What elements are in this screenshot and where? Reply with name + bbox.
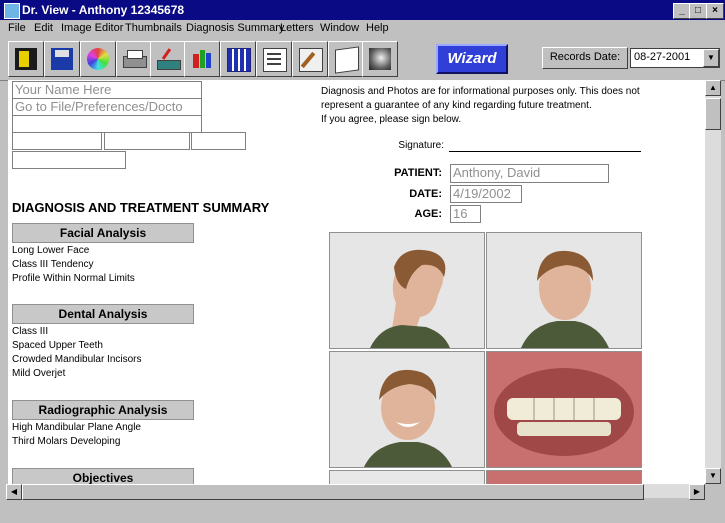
intraoral-photo-partial[interactable]	[486, 470, 642, 484]
document-icon	[263, 48, 287, 72]
objectives-header: Objectives	[12, 468, 194, 484]
edit-letter-button[interactable]	[292, 41, 328, 77]
patient-name-field[interactable]: Anthony, David	[450, 164, 609, 183]
scanner-icon	[157, 48, 181, 70]
hscroll-thumb[interactable]	[22, 484, 644, 500]
menu-letters[interactable]: Letters	[280, 22, 314, 34]
doctor-name-field[interactable]: Your Name Here	[12, 81, 202, 99]
menu-bar: File Edit Image Editor Thumbnails Diagno…	[0, 20, 725, 38]
tools-button[interactable]	[184, 41, 220, 77]
open-button[interactable]	[8, 41, 44, 77]
close-icon: ×	[712, 5, 718, 16]
list-item: Profile Within Normal Limits	[12, 273, 135, 284]
scroll-left-icon[interactable]: ◀	[6, 484, 22, 500]
menu-file[interactable]: File	[8, 22, 26, 34]
facial-analysis-header: Facial Analysis	[12, 223, 194, 243]
maximize-button[interactable]: □	[689, 3, 707, 19]
menu-image-editor[interactable]: Image Editor	[61, 22, 123, 34]
menu-help[interactable]: Help	[366, 22, 389, 34]
smiling-face-illustration	[330, 352, 484, 467]
menu-edit[interactable]: Edit	[34, 22, 53, 34]
maximize-icon: □	[694, 5, 702, 16]
menu-window[interactable]: Window	[320, 22, 359, 34]
records-date-value: 08-27-2001	[634, 51, 691, 63]
doctor-zip-field[interactable]	[191, 132, 246, 150]
list-item: Long Lower Face	[12, 245, 90, 256]
grid-button[interactable]	[220, 41, 256, 77]
intraoral-photo[interactable]	[486, 351, 642, 468]
patient-label: PATIENT:	[394, 167, 442, 179]
list-item: Crowded Mandibular Incisors	[12, 354, 142, 365]
save-button[interactable]	[44, 41, 80, 77]
pen-paper-icon	[299, 48, 323, 72]
list-item: High Mandibular Plane Angle	[12, 422, 141, 433]
wizard-button[interactable]: Wizard	[436, 44, 508, 74]
floppy-icon	[51, 48, 73, 70]
list-item: Spaced Upper Teeth	[12, 340, 103, 351]
disclaimer-line: If you agree, please sign below.	[321, 114, 462, 125]
document-button[interactable]	[256, 41, 292, 77]
frontal-face-illustration	[487, 233, 641, 348]
cd-icon	[87, 48, 109, 70]
profile-photo[interactable]	[329, 232, 485, 349]
doctor-address-field[interactable]: Go to File/Preferences/Docto	[12, 98, 202, 116]
records-date-select[interactable]: 08-27-2001 ▼	[630, 48, 720, 68]
status-bar	[0, 500, 725, 523]
list-item: Mild Overjet	[12, 368, 66, 379]
xray-photo-partial[interactable]	[329, 470, 485, 484]
xray-icon	[369, 48, 391, 70]
age-field[interactable]: 16	[450, 205, 481, 223]
teeth-illustration	[487, 352, 641, 467]
page-icon	[335, 46, 359, 74]
list-item: Class III Tendency	[12, 259, 94, 270]
dental-analysis-header: Dental Analysis	[12, 304, 194, 324]
doctor-state-field[interactable]	[104, 132, 190, 150]
cd-button[interactable]	[80, 41, 116, 77]
vertical-scrollbar[interactable]: ▲ ▼	[705, 80, 721, 484]
scan-button[interactable]	[150, 41, 186, 77]
window-title: Dr. View - Anthony 12345678	[22, 3, 185, 17]
print-button[interactable]	[116, 41, 152, 77]
grid-icon	[227, 48, 251, 72]
menu-diagnosis-summary[interactable]: Diagnosis Summary	[186, 22, 284, 34]
app-icon[interactable]	[4, 3, 20, 19]
disclaimer-line: represent a guarantee of any kind regard…	[321, 100, 592, 111]
printer-icon	[123, 48, 147, 70]
minimize-icon: _	[679, 5, 685, 16]
scroll-thumb[interactable]	[705, 98, 721, 130]
menu-thumbnails[interactable]: Thumbnails	[125, 22, 182, 34]
chevron-down-icon[interactable]: ▼	[703, 49, 719, 67]
smile-photo[interactable]	[329, 351, 485, 468]
disclaimer-line: Diagnosis and Photos are for information…	[321, 86, 640, 97]
xray-button[interactable]	[362, 41, 398, 77]
list-item: Third Molars Developing	[12, 436, 121, 447]
radiographic-analysis-header: Radiographic Analysis	[12, 400, 194, 420]
scroll-right-icon[interactable]: ▶	[689, 484, 705, 500]
scroll-up-icon[interactable]: ▲	[705, 80, 721, 96]
close-button[interactable]: ×	[706, 3, 724, 19]
summary-heading: DIAGNOSIS AND TREATMENT SUMMARY	[12, 200, 270, 215]
paint-tools-icon	[191, 48, 213, 70]
diagnosis-summary-page: Your Name Here Go to File/Preferences/Do…	[8, 80, 705, 484]
date-label: DATE:	[409, 188, 442, 200]
records-date-button[interactable]: Records Date:	[542, 47, 628, 69]
door-icon	[15, 48, 37, 70]
list-item: Class III	[12, 326, 49, 337]
horizontal-scrollbar[interactable]: ◀ ▶	[6, 484, 705, 500]
scroll-down-icon[interactable]: ▼	[705, 468, 721, 484]
doctor-phone-field[interactable]	[12, 151, 126, 169]
profile-face-illustration	[330, 233, 484, 348]
date-field[interactable]: 4/19/2002	[450, 185, 522, 203]
doctor-city-field[interactable]	[12, 132, 102, 150]
frontal-photo[interactable]	[486, 232, 642, 349]
page-button[interactable]	[328, 41, 364, 77]
doctor-address-line2-field[interactable]	[12, 115, 202, 133]
signature-label: Signature:	[398, 140, 444, 151]
signature-line[interactable]	[449, 151, 641, 152]
age-label: AGE:	[414, 208, 443, 220]
title-bar: Dr. View - Anthony 12345678 _ □ ×	[0, 0, 725, 20]
